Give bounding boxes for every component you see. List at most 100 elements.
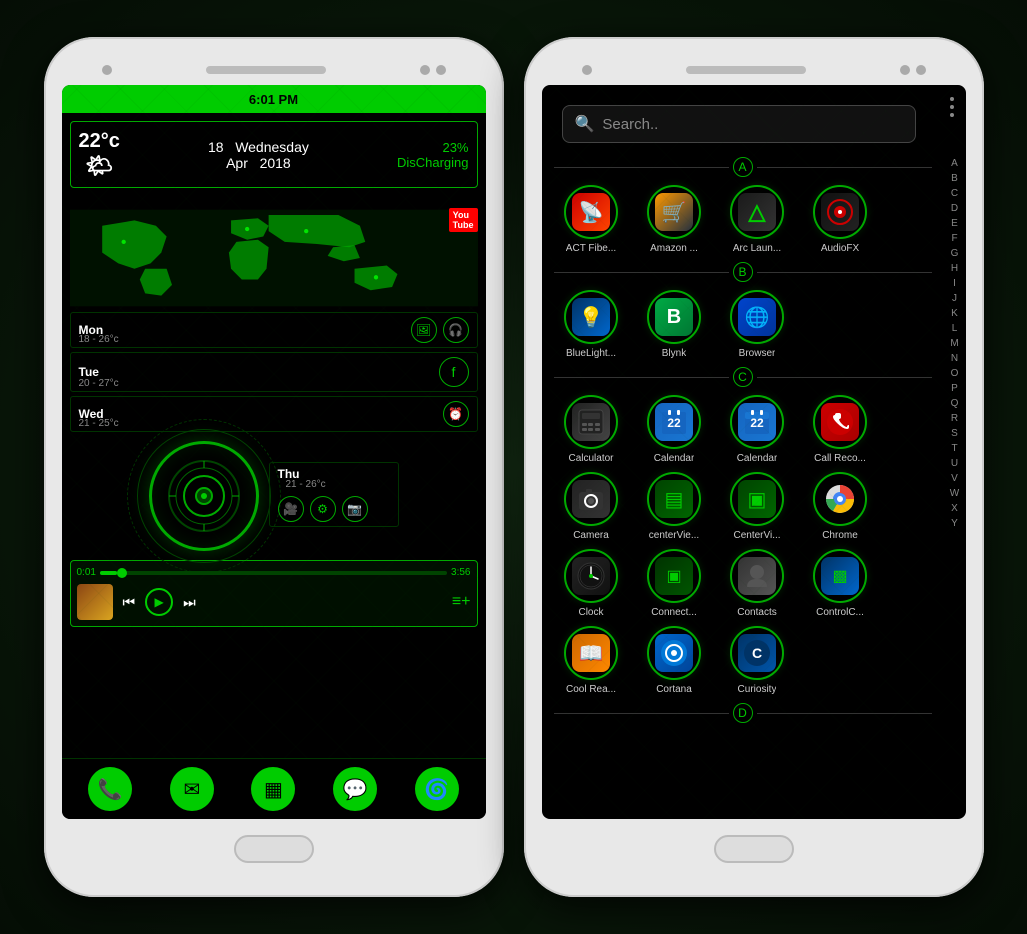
youtube-badge[interactable]: You Tube: [449, 208, 478, 232]
app-icon-bluelight: 💡: [564, 290, 618, 344]
alarm-icon[interactable]: ⏰: [443, 401, 469, 427]
alpha-j[interactable]: J: [952, 292, 957, 306]
dock-messages[interactable]: 💬: [333, 767, 377, 811]
app-callrecorder[interactable]: Call Reco...: [803, 395, 878, 464]
add-to-playlist[interactable]: ≡+: [452, 593, 471, 611]
right-screen: 🔍 Search.. A: [542, 85, 966, 819]
section-d: D: [546, 699, 940, 727]
player-time: 0:01 3:56: [77, 567, 471, 578]
app-inner-browser: 🌐: [738, 298, 776, 336]
alpha-g[interactable]: G: [951, 247, 959, 261]
alpha-a[interactable]: A: [951, 157, 958, 171]
app-icon-camera: [564, 472, 618, 526]
app-amazon[interactable]: 🛒 Amazon ...: [637, 185, 712, 254]
app-curiosity[interactable]: C Curiosity: [720, 626, 795, 695]
alpha-o[interactable]: O: [951, 367, 959, 381]
app-icon-controlc: ▩: [813, 549, 867, 603]
alpha-f[interactable]: F: [951, 232, 957, 246]
alpha-b[interactable]: B: [951, 172, 958, 186]
alpha-t[interactable]: T: [951, 442, 957, 456]
alpha-r[interactable]: R: [951, 412, 958, 426]
app-inner-bluelight: 💡: [572, 298, 610, 336]
dock-browser[interactable]: 🌀: [415, 767, 459, 811]
app-centerview2[interactable]: ▣ CenterVi...: [720, 472, 795, 541]
section-a: A: [546, 153, 940, 181]
headphone-icon[interactable]: 🎧: [443, 317, 469, 343]
more-menu-button[interactable]: [950, 97, 954, 117]
app-clock[interactable]: Clock: [554, 549, 629, 618]
app-label-camera: Camera: [573, 530, 609, 541]
next-button[interactable]: ⏭: [183, 594, 196, 611]
app-row-b: 💡 BlueLight... B Blynk 🌐: [546, 286, 940, 363]
top-dot-left: [102, 65, 112, 75]
app-inner-contacts: [738, 557, 776, 595]
divider-line: [554, 167, 729, 168]
app-bluelight[interactable]: 💡 BlueLight...: [554, 290, 629, 359]
alpha-w[interactable]: W: [950, 487, 959, 501]
app-actfiber[interactable]: 📡 ACT Fibe...: [554, 185, 629, 254]
svg-text:C: C: [752, 645, 762, 661]
alpha-s[interactable]: S: [951, 427, 958, 441]
alpha-y[interactable]: Y: [951, 517, 958, 531]
dock-email[interactable]: ✉: [170, 767, 214, 811]
app-chrome[interactable]: Chrome: [803, 472, 878, 541]
alpha-m[interactable]: M: [950, 337, 958, 351]
dock-apps[interactable]: ▦: [251, 767, 295, 811]
app-label-actfiber: ACT Fibe...: [566, 243, 616, 254]
app-coolreader[interactable]: 📖 Cool Rea...: [554, 626, 629, 695]
alpha-p[interactable]: P: [951, 382, 958, 396]
alpha-h[interactable]: H: [951, 262, 958, 276]
app-inner-curiosity: C: [738, 634, 776, 672]
divider-letter-c: C: [733, 367, 753, 387]
home-button-right[interactable]: [714, 835, 794, 863]
top-dot-rcam2: [916, 65, 926, 75]
app-icon-actfiber: 📡: [564, 185, 618, 239]
app-audiofx[interactable]: AudioFX: [803, 185, 878, 254]
player-progress[interactable]: [100, 571, 447, 575]
camera2-icon[interactable]: 📷: [342, 496, 368, 522]
photo-icon[interactable]: 🖼: [411, 317, 437, 343]
alpha-x[interactable]: X: [951, 502, 958, 516]
app-icon-centerview1: ▤: [647, 472, 701, 526]
divider-letter-d: D: [733, 703, 753, 723]
alpha-k[interactable]: K: [951, 307, 958, 321]
app-arc[interactable]: △ Arc Laun...: [720, 185, 795, 254]
alpha-u[interactable]: U: [951, 457, 958, 471]
app-blynk[interactable]: B Blynk: [637, 290, 712, 359]
top-dot-cam2: [436, 65, 446, 75]
alpha-d[interactable]: D: [951, 202, 958, 216]
app-calendar2[interactable]: 22 Calendar: [720, 395, 795, 464]
divider-letter-b: B: [733, 262, 753, 282]
app-label-controlc: ControlC...: [816, 607, 864, 618]
alpha-v[interactable]: V: [951, 472, 958, 486]
home-button-left[interactable]: [234, 835, 314, 863]
facebook-icon[interactable]: f: [439, 357, 469, 387]
settings-icon[interactable]: ⚙: [310, 496, 336, 522]
app-calendar1[interactable]: 22 Calendar: [637, 395, 712, 464]
app-camera[interactable]: Camera: [554, 472, 629, 541]
prev-button[interactable]: ⏮: [123, 594, 136, 611]
alpha-i[interactable]: I: [953, 277, 956, 291]
app-contacts[interactable]: Contacts: [720, 549, 795, 618]
alpha-sidebar: A B C D E F G H I J K L M N O P Q: [944, 153, 966, 819]
search-bar[interactable]: 🔍 Search..: [562, 105, 916, 143]
alpha-n[interactable]: N: [951, 352, 958, 366]
app-cortana[interactable]: Cortana: [637, 626, 712, 695]
alpha-e[interactable]: E: [951, 217, 958, 231]
alpha-q[interactable]: Q: [951, 397, 959, 411]
app-inner-cv1: ▤: [655, 480, 693, 518]
app-icon-connect: ▣: [647, 549, 701, 603]
app-controlc[interactable]: ▩ ControlC...: [803, 549, 878, 618]
app-row-c4: 📖 Cool Rea...: [546, 622, 940, 699]
day-icons-tue: f: [439, 357, 469, 387]
dock-phone[interactable]: 📞: [88, 767, 132, 811]
app-calculator[interactable]: Calculator: [554, 395, 629, 464]
app-connect[interactable]: ▣ Connect...: [637, 549, 712, 618]
play-button[interactable]: ▶: [145, 588, 173, 616]
app-row-d: [546, 727, 940, 735]
app-browser[interactable]: 🌐 Browser: [720, 290, 795, 359]
alpha-l[interactable]: L: [952, 322, 958, 336]
app-centerview1[interactable]: ▤ centerVie...: [637, 472, 712, 541]
video-icon[interactable]: 🎥: [278, 496, 304, 522]
alpha-c[interactable]: C: [951, 187, 958, 201]
